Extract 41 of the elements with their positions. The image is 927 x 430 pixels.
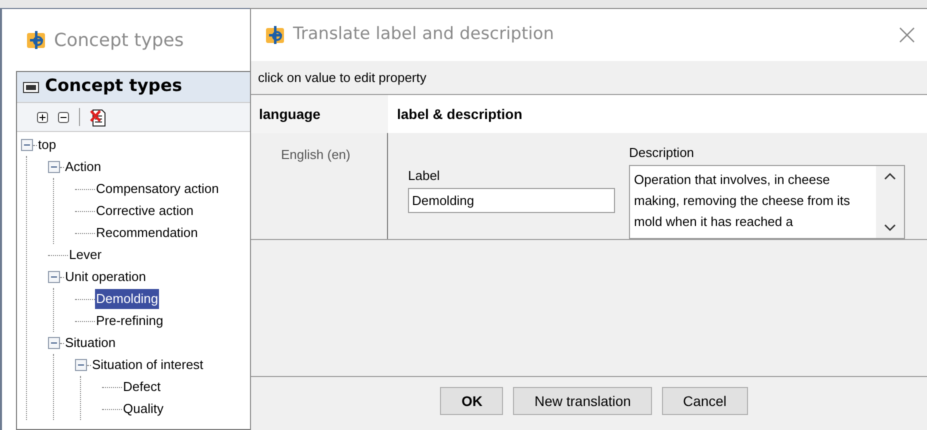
language-cell: English (en) (281, 147, 350, 162)
scroll-up-icon[interactable] (884, 172, 896, 180)
tree-item[interactable]: Quality (122, 399, 164, 419)
app-logo-icon (26, 30, 46, 50)
tree-item[interactable]: Situation of interest (91, 355, 204, 375)
tree-item[interactable]: Situation (64, 333, 117, 353)
tree-item[interactable]: Action (64, 157, 102, 177)
collapse-icon[interactable] (21, 139, 33, 151)
column-header: language (251, 95, 388, 133)
collapse-icon[interactable] (75, 359, 87, 371)
tree-item[interactable]: Lever (68, 245, 103, 265)
panel-title: Concept types (45, 75, 182, 98)
close-icon[interactable] (899, 27, 915, 43)
tree-item[interactable]: Defect (122, 377, 162, 397)
collapse-icon[interactable] (48, 271, 60, 283)
field-label: Description (629, 144, 696, 162)
window-title: Concept types (54, 28, 184, 52)
dialog-button[interactable]: New translation (513, 387, 652, 415)
tree-item[interactable]: Demolding (95, 289, 160, 309)
tree-item[interactable]: top (37, 135, 58, 155)
delete-document-icon[interactable] (90, 107, 106, 127)
label-input[interactable]: Demolding (408, 188, 615, 212)
dialog-button[interactable]: OK (440, 387, 504, 415)
hint-text: click on value to edit property (258, 68, 426, 87)
dialog-title: Translate label and description (293, 23, 556, 46)
scroll-down-icon[interactable] (884, 224, 896, 232)
collapse-all-icon[interactable] (58, 112, 69, 122)
tree-item[interactable]: Compensatory action (95, 179, 220, 199)
collapse-icon[interactable] (48, 337, 60, 349)
tree-item[interactable]: Corrective action (95, 201, 195, 221)
panel-icon (23, 82, 39, 92)
field-label: Label (408, 167, 441, 185)
tree-item[interactable]: Recommendation (95, 223, 199, 243)
dialog-button[interactable]: Cancel (662, 387, 748, 415)
tree-item[interactable]: Unit operation (64, 267, 147, 287)
expand-all-icon[interactable] (37, 112, 48, 122)
column-header: label & description (396, 104, 524, 124)
description-textarea[interactable]: Operation that involves, in cheese making, removing the cheese from its mold when it has reached a (629, 164, 905, 239)
tree-item[interactable]: Pre-refining (95, 311, 164, 331)
collapse-icon[interactable] (48, 161, 60, 173)
app-logo-icon (265, 25, 285, 45)
